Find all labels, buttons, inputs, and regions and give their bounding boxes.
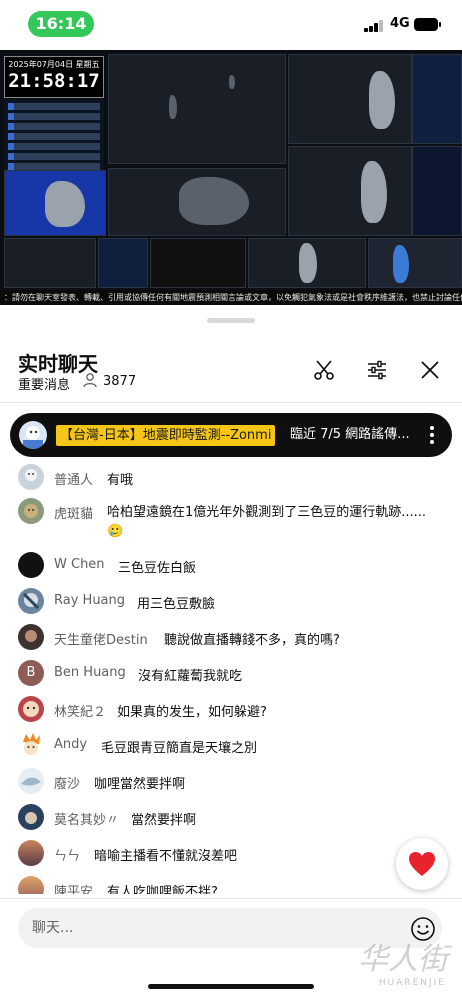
message-author[interactable]: 林笑紀２ bbox=[54, 701, 106, 720]
video-list-panel bbox=[98, 238, 148, 288]
message-text: 當然要拌啊 bbox=[131, 813, 197, 828]
message-text: 如果真的发生，如何躲避? bbox=[117, 705, 267, 720]
close-button[interactable] bbox=[416, 356, 444, 384]
network-label: 4G bbox=[390, 16, 410, 31]
video-intensity-map-panel bbox=[368, 238, 462, 288]
message-text: 聽說做直播轉錢不多，真的嗎? bbox=[164, 633, 340, 648]
header-divider bbox=[0, 402, 462, 403]
video-info-panel bbox=[412, 54, 462, 144]
video-small-map-panel bbox=[4, 238, 96, 288]
video-clock-panel: 2025年07月04日 星期五 21:58:17 bbox=[4, 56, 104, 98]
video-taiwan-map-panel-3 bbox=[248, 238, 366, 288]
viewer-count: 3877 bbox=[103, 374, 137, 389]
home-indicator[interactable] bbox=[148, 984, 314, 989]
heart-icon bbox=[409, 852, 435, 876]
pinned-message-text: 臨近 7/5 網路謠傳... bbox=[290, 427, 410, 442]
close-icon bbox=[421, 361, 439, 379]
avatar[interactable] bbox=[18, 588, 44, 614]
chat-message-list[interactable]: 普通人 有哦 虎斑貓 哈柏望遠鏡在1億光年外觀測到了三色豆的運行軌跡......… bbox=[0, 464, 462, 894]
avatar[interactable]: B bbox=[18, 660, 44, 686]
avatar[interactable] bbox=[18, 552, 44, 578]
video-map-panel bbox=[108, 54, 286, 164]
video-japan-map-panel-2 bbox=[108, 168, 286, 236]
video-date: 2025年07月04日 星期五 bbox=[8, 60, 100, 69]
viewers-icon bbox=[83, 373, 97, 388]
signal-icon bbox=[364, 20, 384, 32]
live-video-player[interactable]: 2025年07月04日 星期五 21:58:17 ：請勿在聊天室發表、轉載、引用… bbox=[0, 50, 462, 305]
heart-reaction-button[interactable] bbox=[396, 838, 448, 890]
message-author[interactable]: 普通人 bbox=[54, 469, 93, 488]
watermark-subtext: HUARENJIE bbox=[378, 978, 446, 988]
message-text: 用三色豆敷臉 bbox=[137, 597, 216, 612]
message-author[interactable]: Ray Huang bbox=[54, 593, 125, 608]
video-japan-map-panel bbox=[4, 170, 106, 236]
chat-mode-label[interactable]: 重要消息 bbox=[18, 374, 70, 393]
message-text: 暗喻主播看不懂就沒差吧 bbox=[94, 849, 238, 864]
status-time: 16:14 bbox=[28, 11, 94, 37]
message-author[interactable]: Andy bbox=[54, 737, 87, 752]
message-author[interactable]: W Chen bbox=[54, 557, 105, 572]
message-text: 毛豆跟青豆簡直是天壤之別 bbox=[101, 741, 258, 756]
emoji-icon[interactable] bbox=[410, 916, 436, 942]
avatar[interactable] bbox=[18, 464, 44, 490]
message-text: 哈柏望遠鏡在1億光年外觀測到了三色豆的運行軌跡...... 🥲 bbox=[107, 505, 427, 539]
scissors-icon bbox=[314, 360, 334, 380]
pinned-message[interactable]: 【台灣-日本】地震即時監測--Zonmi 臨近 7/5 網路謠傳... bbox=[10, 413, 452, 457]
video-table-panel bbox=[150, 238, 246, 288]
avatar[interactable] bbox=[18, 804, 44, 830]
message-text: 有哦 bbox=[107, 473, 134, 488]
chat-input[interactable] bbox=[18, 908, 442, 948]
more-options-icon[interactable] bbox=[428, 425, 436, 445]
avatar[interactable] bbox=[18, 768, 44, 794]
message-text: 咖哩當然要拌啊 bbox=[94, 777, 186, 792]
avatar[interactable] bbox=[18, 840, 44, 866]
input-divider bbox=[0, 898, 462, 899]
clip-button[interactable] bbox=[310, 356, 338, 384]
avatar[interactable] bbox=[18, 732, 44, 758]
drag-handle[interactable] bbox=[207, 318, 255, 323]
message-text: 有人吃咖哩飯不拌? bbox=[107, 885, 218, 894]
message-author[interactable]: 陳平安 bbox=[54, 881, 93, 894]
message-text: 沒有紅蘿蔔我就吃 bbox=[138, 669, 243, 684]
chat-settings-button[interactable] bbox=[363, 356, 391, 384]
message-author[interactable]: 虎斑貓 bbox=[54, 503, 93, 522]
avatar[interactable] bbox=[18, 624, 44, 650]
pinned-avatar bbox=[19, 421, 47, 449]
live-chat-panel: 实时聊天 重要消息 3877 【台灣-日本】地震即時監測--Zonmi 臨近 7 bbox=[0, 312, 462, 1000]
avatar[interactable] bbox=[18, 876, 44, 894]
emoji: 🥲 bbox=[107, 524, 124, 539]
video-clock: 21:58:17 bbox=[8, 70, 100, 92]
avatar[interactable] bbox=[18, 696, 44, 722]
status-bar: 16:14 4G bbox=[0, 0, 462, 50]
message-author[interactable]: 廢沙 bbox=[54, 773, 80, 792]
video-taiwan-map-panel-2 bbox=[288, 146, 412, 236]
message-author[interactable]: Ben Huang bbox=[54, 665, 126, 680]
video-taiwan-map-panel bbox=[288, 54, 412, 144]
battery-icon bbox=[414, 18, 441, 31]
message-author[interactable]: ㄣㄣ bbox=[54, 845, 80, 864]
sliders-icon bbox=[368, 360, 386, 380]
message-author[interactable]: 天生童佬Destin bbox=[54, 629, 148, 648]
message-text: 三色豆佐白飯 bbox=[118, 561, 197, 576]
video-ticker: ：請勿在聊天室發表、轉載、引用或協傳任何有關地震預測相關言論或文章，以免觸犯氣象… bbox=[0, 290, 462, 305]
video-stats-panel bbox=[412, 146, 462, 236]
pinned-channel-name: 【台灣-日本】地震即時監測--Zonmi bbox=[56, 425, 276, 446]
avatar[interactable] bbox=[18, 498, 44, 524]
message-author[interactable]: 莫名其妙〃 bbox=[54, 809, 119, 828]
